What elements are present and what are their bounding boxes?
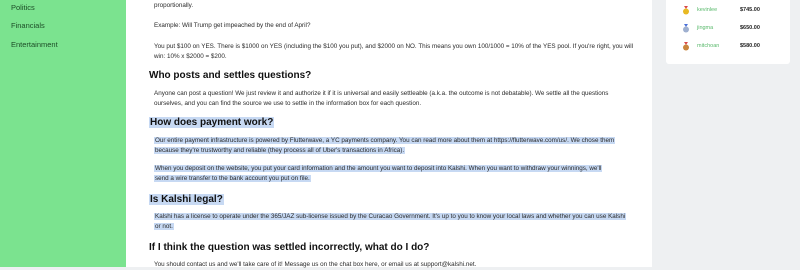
sidebar-item-financials[interactable]: Financials — [11, 21, 45, 30]
leaderboard-name[interactable]: mitchoan — [697, 43, 719, 49]
heading-payment: How does payment work? — [149, 117, 275, 128]
leaderboard-amount: $650.00 — [740, 25, 760, 31]
legal-text: Kalshi has a license to operate under th… — [154, 213, 627, 220]
incorrect-paragraph-line: You should contact us and we'll take car… — [154, 261, 477, 268]
leaderboard-name[interactable]: jingma — [697, 25, 713, 31]
example-paragraph-line: win: 10% x $2000 = $200. — [154, 53, 227, 60]
heading-legal-wrap: Is Kalshi legal? — [149, 194, 224, 205]
example-text: Example: Will Trump get impeached by the… — [154, 22, 311, 29]
payment-text: because they're trustworthy and reliable… — [154, 147, 406, 154]
heading-payment-wrap: How does payment work? — [149, 117, 275, 128]
legal-paragraph-line: or not. — [154, 221, 640, 232]
medal-bronze-icon — [683, 42, 689, 51]
leaderboard-amount: $745.00 — [740, 7, 760, 13]
leaderboard-name[interactable]: kevinlee — [697, 7, 717, 13]
faq-content: proportionally. Example: Will Trump get … — [126, 0, 652, 268]
sidebar: Politics Financials Entertainment — [0, 0, 126, 267]
leaderboard-row[interactable]: mitchoan $580.00 — [666, 41, 790, 53]
deposit-text: When you deposit on the website, you put… — [154, 165, 603, 172]
medal-silver-icon — [683, 24, 689, 33]
leaderboard-amount: $580.00 — [740, 43, 760, 49]
leaderboard-row[interactable]: kevinlee $745.00 — [666, 5, 790, 17]
medal-gold-icon — [683, 6, 689, 15]
sidebar-item-entertainment[interactable]: Entertainment — [11, 40, 58, 49]
heading-legal: Is Kalshi legal? — [149, 194, 224, 205]
legal-text: or not. — [154, 223, 174, 230]
payment-paragraph-line: because they're trustworthy and reliable… — [154, 145, 640, 156]
right-panel: kevinlee $745.00 jingma $650.00 mitchoan… — [652, 0, 800, 267]
paragraph-line: proportionally. — [154, 2, 194, 9]
heading-settled-incorrectly: If I think the question was settled inco… — [149, 242, 430, 253]
deposit-text: send a wire transfer to the bank account… — [154, 175, 311, 182]
heading-who-posts: Who posts and settles questions? — [149, 70, 312, 81]
who-paragraph-line: ourselves, and you can find the source w… — [154, 100, 422, 107]
leaderboard-row[interactable]: jingma $650.00 — [666, 23, 790, 35]
sidebar-item-politics[interactable]: Politics — [11, 3, 35, 12]
leaderboard: kevinlee $745.00 jingma $650.00 mitchoan… — [666, 0, 790, 64]
payment-text: Our entire payment infrastructure is pow… — [154, 137, 616, 144]
deposit-paragraph-line: send a wire transfer to the bank account… — [154, 173, 640, 184]
